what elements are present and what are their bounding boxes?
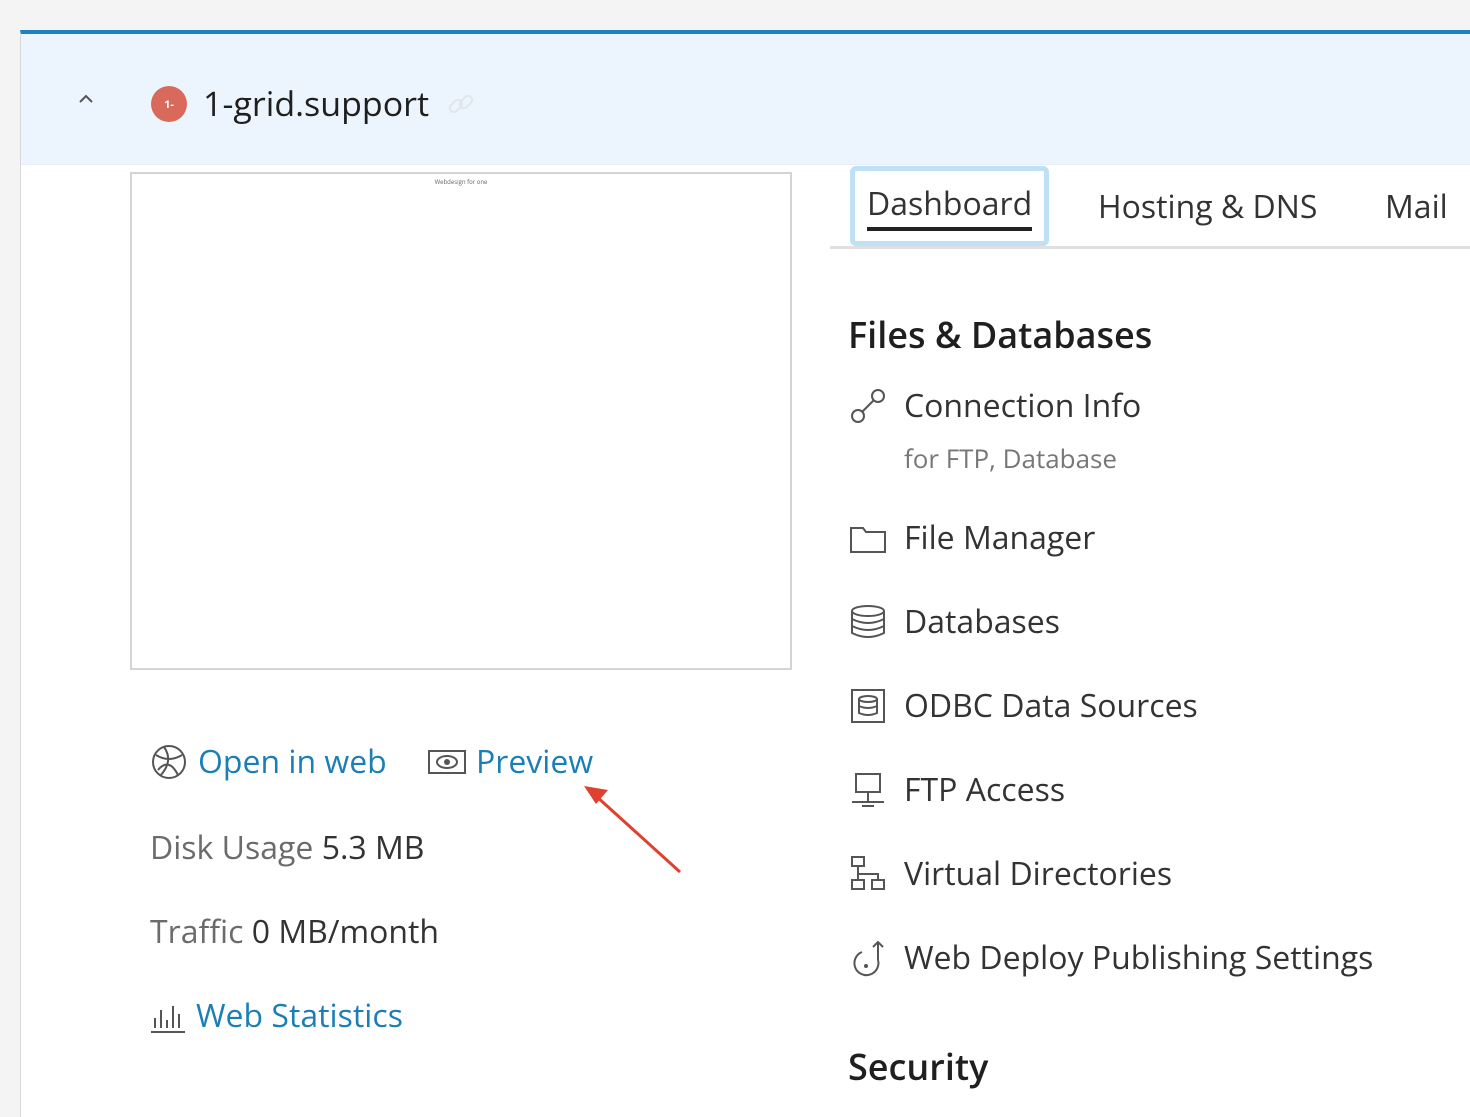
site-name[interactable]: 1-grid.support — [203, 80, 429, 126]
open-in-web-label[interactable]: Open in web — [198, 740, 387, 783]
databases-item[interactable]: Databases — [848, 600, 1060, 643]
folder-icon — [850, 526, 886, 553]
preview-label[interactable]: Preview — [476, 740, 593, 783]
databases-label[interactable]: Databases — [904, 600, 1060, 643]
domain-header: 1- 1-grid.support — [21, 34, 1470, 165]
site-avatar: 1- — [151, 86, 187, 122]
tab-hosting-dns-label: Hosting & DNS — [1098, 184, 1318, 228]
connection-info-sub: for FTP, Database — [904, 440, 1118, 476]
ftp-icon — [852, 772, 884, 807]
disk-usage: Disk Usage 5.3 MB — [150, 826, 424, 869]
web-deploy-item[interactable]: Web Deploy Publishing Settings — [848, 936, 1373, 979]
tab-dashboard[interactable]: Dashboard — [850, 166, 1050, 246]
virtual-directories-icon — [851, 855, 885, 890]
web-statistics-link[interactable]: Web Statistics — [150, 994, 403, 1037]
domain-tabs: Dashboard Hosting & DNS Mail — [830, 166, 1470, 249]
globe-icon — [152, 744, 186, 779]
web-deploy-label[interactable]: Web Deploy Publishing Settings — [904, 936, 1373, 979]
traffic-value: 0 MB/month — [251, 910, 440, 953]
tab-dashboard-label: Dashboard — [867, 182, 1033, 231]
connection-info-label[interactable]: Connection Info — [904, 384, 1141, 427]
preview-link[interactable]: Preview — [428, 740, 593, 783]
bar-chart-icon — [151, 1005, 185, 1033]
preview-eye-icon — [428, 749, 466, 774]
disk-usage-label: Disk Usage — [150, 826, 314, 869]
odbc-item[interactable]: ODBC Data Sources — [848, 684, 1198, 727]
web-deploy-icon — [853, 940, 884, 976]
ftp-access-label[interactable]: FTP Access — [904, 768, 1065, 811]
virtual-directories-item[interactable]: Virtual Directories — [848, 852, 1172, 895]
odbc-icon — [851, 688, 885, 723]
tab-mail-label: Mail — [1385, 184, 1448, 228]
open-in-web-link[interactable]: Open in web — [150, 740, 387, 783]
thumbnail-caption: Webdesign for one — [434, 178, 488, 186]
disk-usage-value: 5.3 MB — [321, 826, 425, 869]
chevron-up-icon[interactable] — [73, 86, 99, 112]
website-thumbnail[interactable]: Webdesign for one — [130, 172, 792, 670]
web-statistics-label[interactable]: Web Statistics — [196, 994, 403, 1037]
traffic: Traffic 0 MB/month — [150, 910, 439, 953]
odbc-label[interactable]: ODBC Data Sources — [904, 684, 1198, 727]
database-icon — [851, 604, 885, 638]
files-databases-title: Files & Databases — [848, 310, 1153, 359]
traffic-label: Traffic — [150, 910, 244, 953]
file-manager-item[interactable]: File Manager — [848, 516, 1095, 559]
connection-icon — [851, 388, 885, 423]
security-title: Security — [848, 1042, 989, 1091]
link-icon[interactable] — [445, 88, 477, 120]
virtual-directories-label[interactable]: Virtual Directories — [904, 852, 1172, 895]
connection-info-item[interactable]: Connection Info — [848, 384, 1141, 427]
file-manager-label[interactable]: File Manager — [904, 516, 1095, 559]
tab-hosting-dns[interactable]: Hosting & DNS — [1098, 166, 1317, 246]
ftp-access-item[interactable]: FTP Access — [848, 768, 1065, 811]
tab-mail[interactable]: Mail — [1385, 166, 1448, 246]
